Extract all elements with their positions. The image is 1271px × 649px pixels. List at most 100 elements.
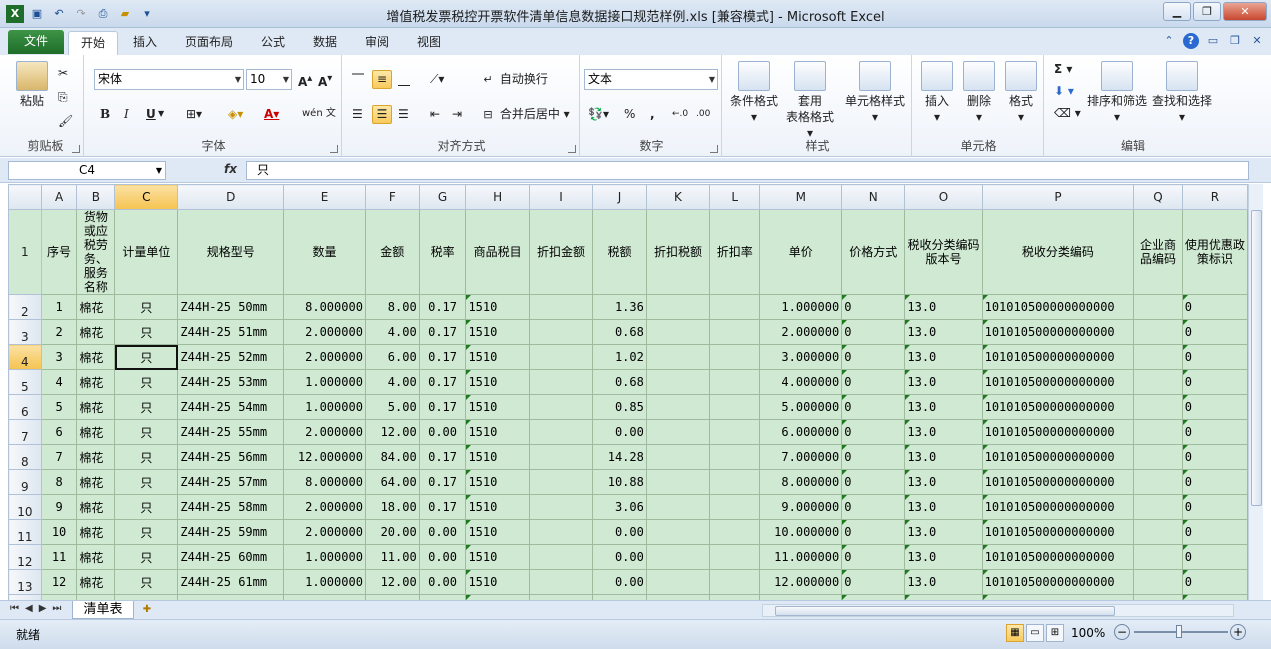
column-header-l[interactable]: L xyxy=(709,184,761,210)
grid-cell[interactable]: 1510 xyxy=(465,469,530,495)
grid-cell[interactable]: 13.0 xyxy=(904,344,983,370)
grid-cell[interactable] xyxy=(1133,394,1183,420)
grid-cell[interactable]: 0 xyxy=(841,369,906,395)
sheet-nav-icon[interactable]: ⏮◀▶⏭ xyxy=(10,603,67,614)
grid-cell[interactable]: 0 xyxy=(1181,469,1248,495)
grid-cell[interactable]: 0.17 xyxy=(418,344,467,370)
comma-button[interactable]: , xyxy=(650,104,655,124)
header-cell[interactable]: 税收分类编码版本号 xyxy=(904,209,983,295)
grid-cell[interactable]: 1510 xyxy=(465,519,530,545)
grid-cell[interactable]: 5 xyxy=(40,394,78,420)
grid-cell[interactable]: Z44H-25 58mm xyxy=(177,494,285,520)
grid-cell[interactable]: 0.17 xyxy=(418,494,467,520)
grid-cell[interactable]: 棉花 xyxy=(76,494,116,520)
grid-cell[interactable]: 0.00 xyxy=(592,544,647,570)
grid-cell[interactable]: 0 xyxy=(841,569,906,595)
format-painter-icon[interactable]: 🖌 xyxy=(58,111,73,131)
grid-cell[interactable] xyxy=(528,519,594,545)
grid-cell[interactable]: 101010500000000000 xyxy=(981,319,1135,345)
underline-button[interactable]: U xyxy=(146,104,156,124)
select-all-corner[interactable] xyxy=(8,184,42,210)
grid-cell[interactable] xyxy=(528,444,594,470)
grid-cell[interactable]: 0 xyxy=(841,544,906,570)
grid-cell[interactable] xyxy=(645,319,711,345)
grid-cell[interactable]: 20.00 xyxy=(364,519,420,545)
grid-cell[interactable]: 0 xyxy=(841,344,906,370)
grid-cell[interactable]: 0.68 xyxy=(592,319,647,345)
header-cell[interactable]: 企业商品编码 xyxy=(1133,209,1183,295)
column-header-j[interactable]: J xyxy=(592,184,647,210)
grid-cell[interactable]: 1.000000 xyxy=(283,544,366,570)
row-header[interactable]: 13 xyxy=(8,569,42,595)
page-layout-view-icon[interactable]: ▭ xyxy=(1026,624,1044,642)
grid-cell[interactable]: Z44H-25 55mm xyxy=(177,419,285,445)
header-cell[interactable]: 规格型号 xyxy=(177,209,285,295)
grid-cell[interactable]: 13.0 xyxy=(904,444,983,470)
grid-cell[interactable]: 101010500000000000 xyxy=(981,294,1135,320)
grid-cell[interactable]: 8.00 xyxy=(364,294,420,320)
grid-cell[interactable] xyxy=(1133,519,1183,545)
grid-cell[interactable]: 0.68 xyxy=(592,369,647,395)
insert-cells-button[interactable]: 插入 ▾ xyxy=(918,61,956,125)
currency-icon[interactable]: 💱▾ xyxy=(588,104,609,124)
decrease-decimal-icon[interactable]: .00 xyxy=(696,104,710,124)
grid-cell[interactable]: 0.85 xyxy=(592,394,647,420)
grid-cell[interactable]: 9.000000 xyxy=(759,494,843,520)
grid-cell[interactable] xyxy=(709,294,761,320)
tab-home[interactable]: 开始 xyxy=(68,31,118,55)
grid-cell[interactable]: 13.0 xyxy=(904,319,983,345)
grid-cell[interactable]: 0 xyxy=(1181,369,1248,395)
grid-cell[interactable] xyxy=(1133,444,1183,470)
grid-cell[interactable]: 7.000000 xyxy=(759,444,843,470)
grid-cell[interactable]: 0 xyxy=(841,394,906,420)
grid-cell[interactable]: 0.00 xyxy=(418,569,467,595)
grid-cell[interactable]: 0 xyxy=(1181,419,1248,445)
sheet-tab-active[interactable]: 清单表 xyxy=(72,601,134,619)
grid-cell[interactable]: 只 xyxy=(114,494,179,520)
formula-input[interactable]: 只 xyxy=(246,161,1249,180)
grid-cell[interactable]: Z44H-25 53mm xyxy=(177,369,285,395)
percent-button[interactable]: % xyxy=(624,104,635,124)
grid-cell[interactable] xyxy=(709,569,761,595)
grid-cell[interactable] xyxy=(1133,544,1183,570)
grid-cell[interactable]: 1510 xyxy=(465,319,530,345)
grid-cell[interactable]: 只 xyxy=(114,569,179,595)
grid-cell[interactable]: Z44H-25 56mm xyxy=(177,444,285,470)
grid-cell[interactable]: 只 xyxy=(114,294,179,320)
grid-cell[interactable]: 1510 xyxy=(465,494,530,520)
grid-cell[interactable]: 1.000000 xyxy=(283,569,366,595)
grid-cell[interactable]: 11.00 xyxy=(364,544,420,570)
column-header-e[interactable]: E xyxy=(283,184,366,210)
grid-cell[interactable]: 13.0 xyxy=(904,494,983,520)
grid-cell[interactable]: 101010500000000000 xyxy=(981,394,1135,420)
grid-cell[interactable]: 1510 xyxy=(465,394,530,420)
header-cell[interactable]: 序号 xyxy=(40,209,78,295)
grid-cell[interactable]: 棉花 xyxy=(76,319,116,345)
grid-cell[interactable]: Z44H-25 52mm xyxy=(177,344,285,370)
grid-cell[interactable]: 13.0 xyxy=(904,419,983,445)
increase-indent-icon[interactable]: ⇥ xyxy=(452,104,462,124)
grid-cell[interactable]: 1510 xyxy=(465,294,530,320)
row-header[interactable]: 9 xyxy=(8,469,42,495)
header-cell[interactable]: 数量 xyxy=(283,209,366,295)
grid-cell[interactable]: 2.000000 xyxy=(759,319,843,345)
grid-cell[interactable]: 0 xyxy=(1181,519,1248,545)
grid-cell[interactable] xyxy=(528,544,594,570)
grid-cell[interactable]: Z44H-25 54mm xyxy=(177,394,285,420)
grid-cell[interactable] xyxy=(709,444,761,470)
vertical-scrollbar[interactable] xyxy=(1248,184,1263,600)
grid-cell[interactable]: 12.000000 xyxy=(283,444,366,470)
grid-cell[interactable]: 1510 xyxy=(465,569,530,595)
grid-cell[interactable] xyxy=(1133,569,1183,595)
wrap-text-button[interactable]: ↵ 自动换行 xyxy=(480,69,547,89)
grid-cell[interactable]: 1.000000 xyxy=(283,369,366,395)
grid-cell[interactable]: 0.17 xyxy=(418,469,467,495)
row-header[interactable]: 4 xyxy=(8,344,42,370)
grid-cell[interactable]: 0 xyxy=(841,444,906,470)
grid-cell[interactable]: 101010500000000000 xyxy=(981,519,1135,545)
grid-cell[interactable]: 2.000000 xyxy=(283,519,366,545)
grid-cell[interactable]: 101010500000000000 xyxy=(981,369,1135,395)
cell-styles-button[interactable]: 单元格样式 ▾ xyxy=(842,61,908,125)
column-header-m[interactable]: M xyxy=(759,184,843,210)
grid-cell[interactable] xyxy=(528,569,594,595)
